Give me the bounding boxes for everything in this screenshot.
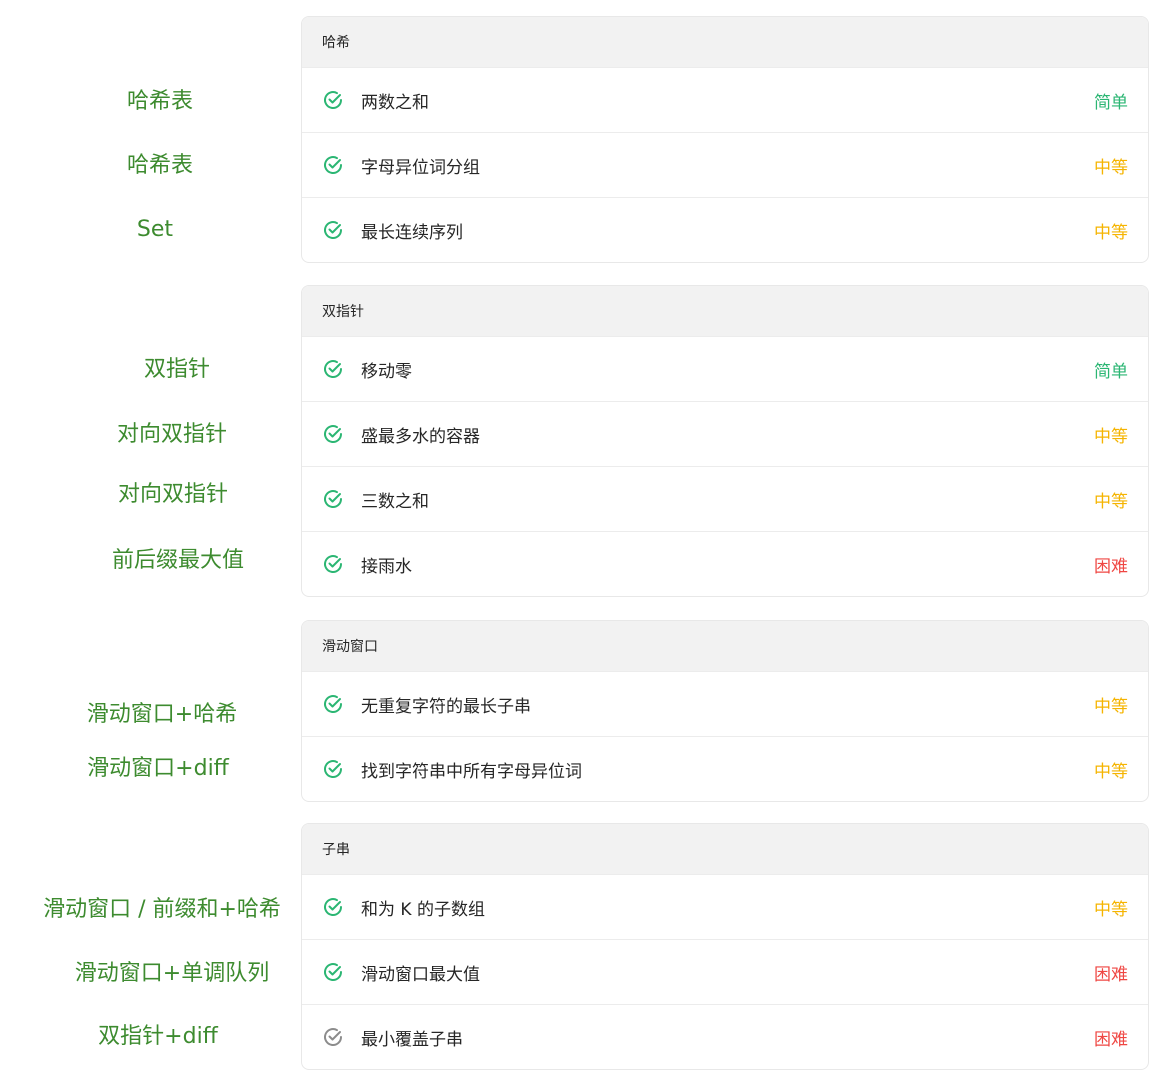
annotation-note: 滑动窗口+哈希 bbox=[86, 702, 238, 727]
check-circle-icon bbox=[322, 693, 344, 715]
difficulty-label: 困难 bbox=[1094, 1029, 1128, 1050]
difficulty-label: 中等 bbox=[1094, 761, 1128, 782]
problem-row[interactable]: 滑动窗口最大值 困难 bbox=[302, 939, 1148, 1004]
problem-title[interactable]: 移动零 bbox=[361, 357, 1094, 382]
problem-title[interactable]: 无重复字符的最长子串 bbox=[361, 692, 1094, 717]
difficulty-label: 中等 bbox=[1094, 696, 1128, 717]
annotation-note: 滑动窗口 / 前缀和+哈希 bbox=[43, 897, 281, 922]
annotation-note: 双指针+diff bbox=[98, 1024, 218, 1049]
check-circle-icon bbox=[322, 961, 344, 983]
problem-title[interactable]: 两数之和 bbox=[361, 88, 1094, 113]
difficulty-label: 中等 bbox=[1094, 157, 1128, 178]
section-header: 哈希 bbox=[302, 17, 1148, 67]
problem-title[interactable]: 接雨水 bbox=[361, 552, 1094, 577]
problem-title[interactable]: 盛最多水的容器 bbox=[361, 422, 1094, 447]
difficulty-label: 简单 bbox=[1094, 361, 1128, 382]
problem-title[interactable]: 找到字符串中所有字母异位词 bbox=[361, 757, 1094, 782]
annotation-note: 对向双指针 bbox=[117, 482, 229, 507]
check-circle-icon bbox=[322, 89, 344, 111]
section-card-sliding-window: 滑动窗口 无重复字符的最长子串 中等 找到字符串中所有字母异位词 中等 bbox=[301, 620, 1149, 802]
problem-row[interactable]: 两数之和 简单 bbox=[302, 67, 1148, 132]
section-card-hash: 哈希 两数之和 简单 字母异位词分组 中等 最长连续序列 中等 bbox=[301, 16, 1149, 263]
problem-row[interactable]: 移动零 简单 bbox=[302, 336, 1148, 401]
section-card-two-pointers: 双指针 移动零 简单 盛最多水的容器 中等 三数之和 中等 接雨水 困难 bbox=[301, 285, 1149, 597]
annotation-note: 前后缀最大值 bbox=[111, 548, 245, 573]
problem-row[interactable]: 找到字符串中所有字母异位词 中等 bbox=[302, 736, 1148, 801]
annotation-note: 哈希表 bbox=[126, 89, 194, 114]
check-circle-icon bbox=[322, 423, 344, 445]
check-circle-icon bbox=[322, 553, 344, 575]
problem-title[interactable]: 最长连续序列 bbox=[361, 218, 1094, 243]
annotation-note: 滑动窗口+diff bbox=[87, 756, 229, 781]
section-card-substring: 子串 和为 K 的子数组 中等 滑动窗口最大值 困难 最小覆盖子串 困难 bbox=[301, 823, 1149, 1070]
annotation-note: 哈希表 bbox=[126, 153, 194, 178]
problem-title[interactable]: 滑动窗口最大值 bbox=[361, 960, 1094, 985]
check-circle-icon bbox=[322, 154, 344, 176]
problem-row[interactable]: 三数之和 中等 bbox=[302, 466, 1148, 531]
problem-title[interactable]: 最小覆盖子串 bbox=[361, 1025, 1094, 1050]
problem-row[interactable]: 最小覆盖子串 困难 bbox=[302, 1004, 1148, 1069]
problem-row[interactable]: 无重复字符的最长子串 中等 bbox=[302, 671, 1148, 736]
check-circle-icon bbox=[322, 219, 344, 241]
check-circle-icon bbox=[322, 358, 344, 380]
difficulty-label: 困难 bbox=[1094, 964, 1128, 985]
check-circle-icon bbox=[322, 758, 344, 780]
problem-row[interactable]: 接雨水 困难 bbox=[302, 531, 1148, 596]
difficulty-label: 中等 bbox=[1094, 426, 1128, 447]
difficulty-label: 中等 bbox=[1094, 222, 1128, 243]
problem-title[interactable]: 三数之和 bbox=[361, 487, 1094, 512]
problem-row[interactable]: 最长连续序列 中等 bbox=[302, 197, 1148, 262]
problem-title[interactable]: 字母异位词分组 bbox=[361, 153, 1094, 178]
section-header: 滑动窗口 bbox=[302, 621, 1148, 671]
problem-title[interactable]: 和为 K 的子数组 bbox=[361, 895, 1094, 920]
check-circle-icon bbox=[322, 488, 344, 510]
difficulty-label: 简单 bbox=[1094, 92, 1128, 113]
difficulty-label: 困难 bbox=[1094, 556, 1128, 577]
check-circle-icon bbox=[322, 896, 344, 918]
problem-row[interactable]: 字母异位词分组 中等 bbox=[302, 132, 1148, 197]
annotation-note: Set bbox=[136, 217, 174, 242]
difficulty-label: 中等 bbox=[1094, 491, 1128, 512]
annotation-note: 滑动窗口+单调队列 bbox=[74, 961, 270, 986]
difficulty-label: 中等 bbox=[1094, 899, 1128, 920]
attempted-check-circle-icon bbox=[322, 1026, 344, 1048]
annotation-note: 双指针 bbox=[143, 357, 211, 382]
section-header: 子串 bbox=[302, 824, 1148, 874]
section-header: 双指针 bbox=[302, 286, 1148, 336]
annotation-note: 对向双指针 bbox=[116, 422, 228, 447]
problem-row[interactable]: 和为 K 的子数组 中等 bbox=[302, 874, 1148, 939]
problem-row[interactable]: 盛最多水的容器 中等 bbox=[302, 401, 1148, 466]
